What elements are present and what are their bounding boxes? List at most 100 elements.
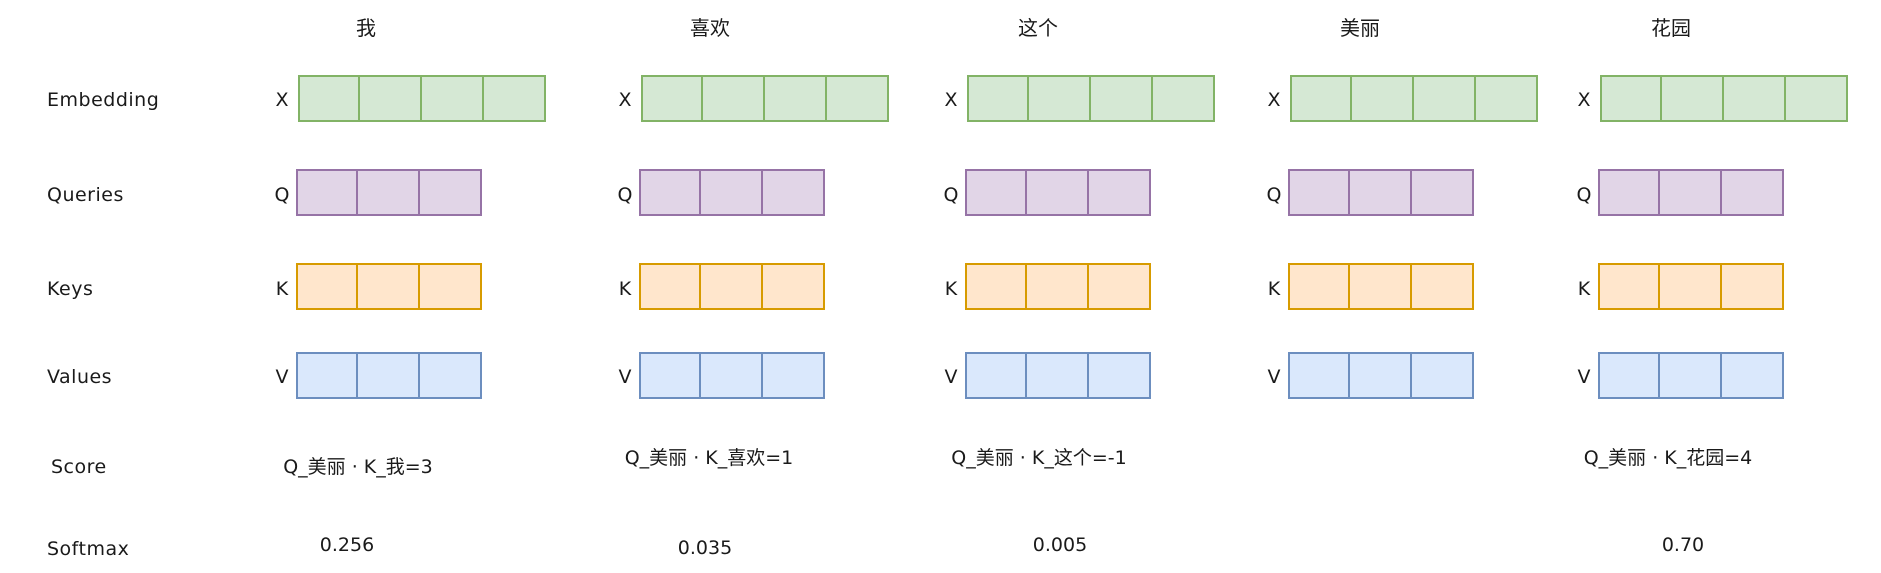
vector-cell: [1412, 263, 1474, 310]
vector-cell: [1598, 263, 1660, 310]
vector-letter-q: Q: [274, 184, 290, 206]
key-vector: [639, 263, 825, 310]
token-word: 喜欢: [690, 16, 730, 40]
vector-cell: [420, 352, 482, 399]
vector-cell: [1027, 169, 1089, 216]
vector-cell: [358, 169, 420, 216]
score-expression: Q_美丽 · K_喜欢=1: [624, 447, 794, 469]
vector-cell: [1027, 263, 1089, 310]
vector-letter-x: X: [618, 89, 632, 111]
vector-cell: [296, 263, 358, 310]
token-word: 我: [356, 16, 376, 40]
query-vector: [1598, 169, 1784, 216]
vector-letter-q: Q: [1266, 184, 1282, 206]
vector-cell: [703, 75, 765, 122]
vector-cell: [1476, 75, 1538, 122]
vector-letter-k: K: [275, 278, 289, 300]
embedding-vector: [641, 75, 889, 122]
vector-cell: [965, 169, 1027, 216]
vector-cell: [639, 263, 701, 310]
vector-letter-x: X: [1267, 89, 1281, 111]
vector-cell: [298, 75, 360, 122]
score-expression: Q_美丽 · K_这个=-1: [951, 447, 1127, 469]
embedding-vector: [1290, 75, 1538, 122]
vector-cell: [1350, 169, 1412, 216]
vector-cell: [701, 263, 763, 310]
value-vector: [639, 352, 825, 399]
row-label-keys: Keys: [47, 278, 94, 300]
softmax-value: 0.70: [1661, 534, 1705, 556]
query-vector: [965, 169, 1151, 216]
vector-cell: [965, 263, 1027, 310]
vector-cell: [639, 352, 701, 399]
vector-cell: [1722, 352, 1784, 399]
vector-cell: [639, 169, 701, 216]
vector-cell: [422, 75, 484, 122]
vector-cell: [1414, 75, 1476, 122]
vector-letter-q: Q: [1576, 184, 1592, 206]
row-label-queries: Queries: [47, 184, 124, 206]
vector-letter-k: K: [1577, 278, 1591, 300]
vector-cell: [763, 169, 825, 216]
vector-cell: [765, 75, 827, 122]
vector-cell: [420, 169, 482, 216]
vector-cell: [296, 169, 358, 216]
score-expression: Q_美丽 · K_花园=4: [1583, 447, 1753, 469]
softmax-value: 0.256: [319, 534, 375, 556]
value-vector: [965, 352, 1151, 399]
query-vector: [296, 169, 482, 216]
vector-letter-v: V: [1577, 366, 1591, 388]
vector-letter-v: V: [275, 366, 289, 388]
vector-cell: [1598, 352, 1660, 399]
vector-letter-k: K: [944, 278, 958, 300]
value-vector: [1288, 352, 1474, 399]
value-vector: [1598, 352, 1784, 399]
row-label-softmax: Softmax: [47, 538, 130, 560]
vector-letter-x: X: [944, 89, 958, 111]
vector-cell: [967, 75, 1029, 122]
vector-cell: [1724, 75, 1786, 122]
vector-cell: [1352, 75, 1414, 122]
vector-cell: [763, 352, 825, 399]
vector-cell: [1288, 352, 1350, 399]
vector-cell: [1089, 169, 1151, 216]
vector-cell: [296, 352, 358, 399]
row-label-score: Score: [51, 456, 107, 478]
vector-letter-x: X: [1577, 89, 1591, 111]
token-word: 这个: [1018, 16, 1058, 40]
vector-cell: [1598, 169, 1660, 216]
vector-cell: [1660, 169, 1722, 216]
embedding-vector: [967, 75, 1215, 122]
vector-cell: [1089, 352, 1151, 399]
vector-cell: [827, 75, 889, 122]
key-vector: [1288, 263, 1474, 310]
vector-cell: [701, 169, 763, 216]
score-expression: Q_美丽 · K_我=3: [283, 456, 433, 478]
vector-cell: [484, 75, 546, 122]
vector-cell: [1786, 75, 1848, 122]
vector-cell: [1660, 263, 1722, 310]
vector-cell: [360, 75, 422, 122]
softmax-value: 0.035: [677, 537, 733, 559]
vector-cell: [1027, 352, 1089, 399]
vector-cell: [358, 263, 420, 310]
key-vector: [1598, 263, 1784, 310]
vector-cell: [1290, 75, 1352, 122]
vector-cell: [1662, 75, 1724, 122]
vector-letter-v: V: [944, 366, 958, 388]
vector-cell: [1350, 352, 1412, 399]
vector-letter-q: Q: [943, 184, 959, 206]
vector-cell: [1412, 169, 1474, 216]
vector-cell: [965, 352, 1027, 399]
vector-cell: [1029, 75, 1091, 122]
query-vector: [1288, 169, 1474, 216]
vector-cell: [1722, 169, 1784, 216]
query-vector: [639, 169, 825, 216]
value-vector: [296, 352, 482, 399]
vector-letter-v: V: [1267, 366, 1281, 388]
embedding-vector: [1600, 75, 1848, 122]
vector-cell: [1153, 75, 1215, 122]
vector-cell: [641, 75, 703, 122]
token-word: 美丽: [1340, 16, 1380, 40]
vector-letter-q: Q: [617, 184, 633, 206]
